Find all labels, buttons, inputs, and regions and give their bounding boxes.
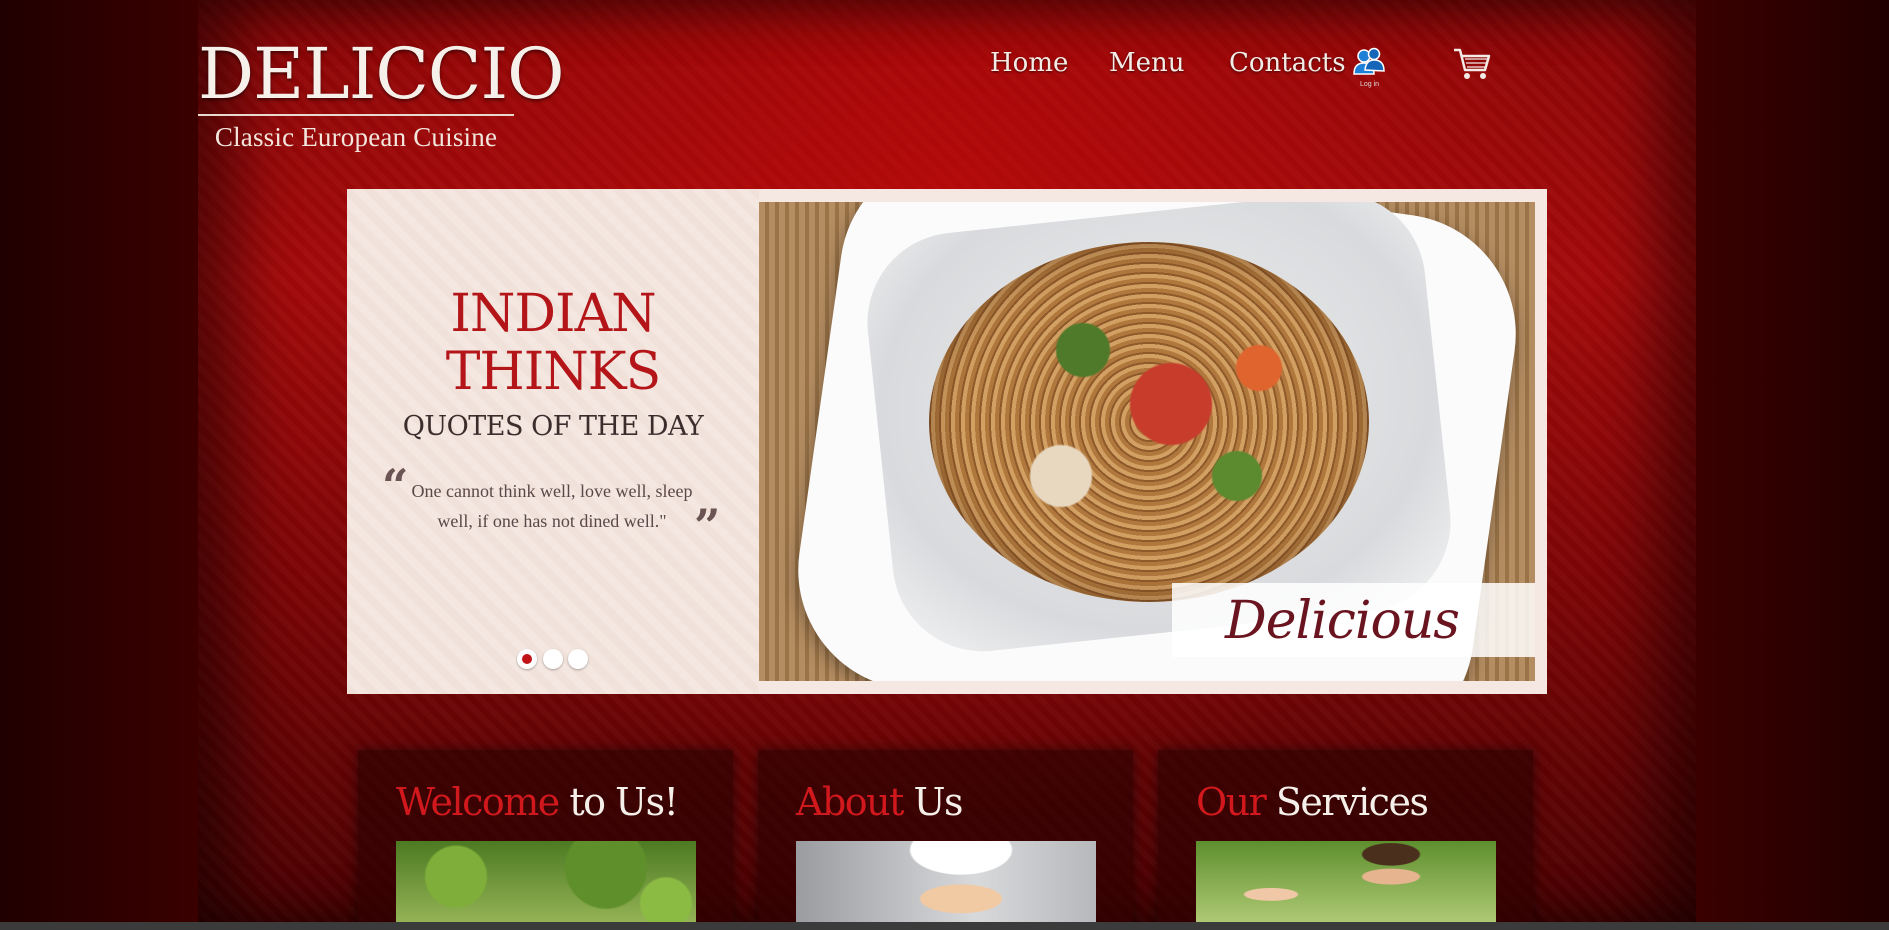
welcome-title-rest: to Us! bbox=[558, 780, 679, 824]
left-margin bbox=[0, 0, 198, 930]
services-title-rest: Services bbox=[1265, 780, 1429, 824]
slide-subheading: QUOTES OF THE DAY bbox=[402, 411, 704, 442]
slider-dot-1[interactable] bbox=[517, 649, 537, 669]
slide-quote: One cannot think well, love well, sleep … bbox=[411, 481, 693, 531]
about-title: About Us bbox=[796, 780, 964, 824]
welcome-image[interactable] bbox=[396, 841, 696, 930]
services-title-accent: Our bbox=[1196, 780, 1267, 824]
login-label: Log in bbox=[1360, 81, 1380, 88]
slider-dot-2[interactable] bbox=[543, 649, 563, 669]
window-bottom-edge bbox=[0, 922, 1889, 930]
slide-headline-line2: THINKS bbox=[445, 342, 662, 402]
cart-button[interactable] bbox=[1452, 46, 1492, 86]
about-title-rest: Us bbox=[902, 780, 963, 824]
hero-slider: INDIAN THINKS QUOTES OF THE DAY “ One ca… bbox=[347, 189, 1547, 694]
slide-headline-line1: INDIAN bbox=[450, 284, 656, 344]
close-quote-icon: ” bbox=[694, 499, 721, 553]
services-section: Our Services bbox=[1158, 750, 1533, 930]
noodle-dish bbox=[929, 242, 1369, 602]
services-title: Our Services bbox=[1196, 780, 1429, 824]
about-section: About Us bbox=[758, 750, 1133, 930]
slider-dot-3[interactable] bbox=[568, 649, 588, 669]
nav-menu[interactable]: Menu bbox=[1109, 48, 1185, 78]
shopping-cart-icon bbox=[1454, 48, 1491, 79]
right-margin bbox=[1696, 0, 1889, 930]
about-image[interactable] bbox=[796, 841, 1096, 930]
users-icon bbox=[1353, 47, 1385, 75]
nav-home[interactable]: Home bbox=[990, 48, 1068, 78]
login-button[interactable]: Log in bbox=[1352, 46, 1392, 92]
services-image[interactable] bbox=[1196, 841, 1496, 930]
slide-image-noodles: Delicious bbox=[759, 202, 1535, 681]
image-caption: Delicious bbox=[1225, 591, 1460, 651]
image-caption-box: Delicious bbox=[1172, 583, 1535, 657]
slide-text-panel: INDIAN THINKS QUOTES OF THE DAY “ One ca… bbox=[347, 189, 759, 694]
site-logo[interactable]: DELICCIO Classic European Cuisine bbox=[198, 33, 565, 153]
nav-contacts[interactable]: Contacts bbox=[1229, 48, 1346, 78]
welcome-section: Welcome to Us! bbox=[358, 750, 733, 930]
logo-title: DELICCIO bbox=[198, 33, 565, 115]
welcome-title: Welcome to Us! bbox=[396, 780, 679, 824]
welcome-title-accent: Welcome bbox=[396, 780, 560, 824]
about-title-accent: About bbox=[796, 780, 904, 824]
logo-tagline: Classic European Cuisine bbox=[214, 122, 498, 152]
